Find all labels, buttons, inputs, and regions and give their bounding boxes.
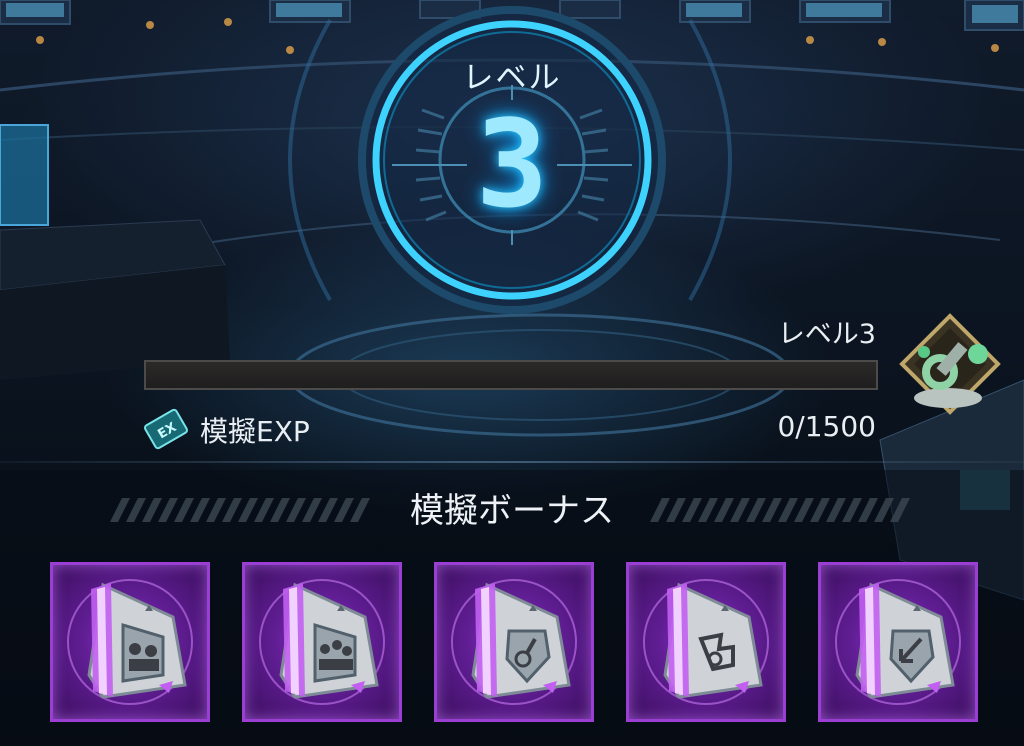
exp-ticket-icon: EX [144, 408, 188, 450]
bonus-card-1[interactable] [50, 562, 210, 722]
bonus-title: 模擬ボーナス [410, 491, 614, 531]
section-divider [0, 461, 1024, 463]
squad-bonus-icon [259, 579, 385, 705]
level-number: 3 [475, 96, 549, 235]
exp-value: 0/1500 [777, 410, 876, 443]
team-bonus-icon [67, 579, 193, 705]
next-level-label: レベル3 [777, 319, 876, 350]
exp-label: 模擬EXP [200, 415, 310, 448]
mech-bonus-icon [643, 579, 769, 705]
shield-bonus-icon [451, 579, 577, 705]
bonus-card-5[interactable] [818, 562, 978, 722]
exp-progress-bar [144, 360, 878, 390]
arrow-bonus-icon [835, 579, 961, 705]
level-reward-icon[interactable] [898, 312, 1002, 424]
bonus-card-4[interactable] [626, 562, 786, 722]
bonus-card-3[interactable] [434, 562, 594, 722]
level-title: レベル [462, 60, 562, 96]
bonus-card-2[interactable] [242, 562, 402, 722]
